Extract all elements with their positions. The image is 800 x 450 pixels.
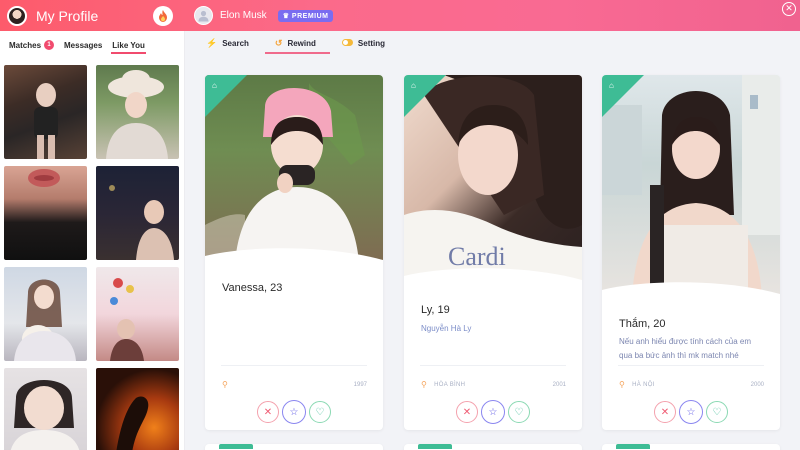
tab-rewind-label: Rewind [287, 38, 316, 48]
card-actions: ✕ ☆ ♡ [404, 400, 582, 424]
profile-thumbnail[interactable] [4, 65, 87, 159]
divider [221, 365, 367, 366]
card-name: Vanessa, 23 [222, 282, 283, 294]
card-actions: ✕ ☆ ♡ [205, 400, 383, 424]
profile-card-next-row[interactable] [602, 444, 780, 450]
sidebar-tabs: Matches 1 Messages Like You [0, 31, 184, 59]
superlike-button[interactable]: ☆ [481, 400, 505, 424]
location-pin-icon: ⚲ [222, 380, 229, 389]
profile-thumbnail[interactable] [4, 267, 87, 361]
profile-title[interactable]: My Profile [36, 8, 98, 24]
profile-card-next-row[interactable] [404, 444, 582, 450]
card-year: 1997 [353, 382, 367, 388]
user-name: Elon Musk [220, 10, 267, 21]
card-name: Thắm, 20 [619, 318, 666, 330]
profile-header: My Profile [0, 0, 183, 31]
star-icon: ☆ [289, 406, 299, 418]
profile-thumbnail[interactable] [96, 267, 179, 361]
card-location: ⚲ HÒA BÌNH [421, 380, 465, 389]
heart-icon: ♡ [315, 406, 325, 418]
tab-like-you[interactable]: Like You [111, 40, 146, 54]
profile-card[interactable]: Cardi ⌂ Ly, 19 Nguyễn Hà Ly ⚲ HÒA BÌNH 20… [404, 75, 582, 430]
premium-label: PREMIUM [291, 12, 329, 20]
card-location: ⚲ [222, 380, 235, 389]
tab-messages-label: Messages [64, 40, 103, 50]
close-icon[interactable]: ✕ [782, 2, 796, 16]
close-icon: ✕ [263, 406, 273, 418]
main-tabs: ⚡ Search ↺ Rewind Setting [185, 31, 411, 55]
toggle-icon [341, 38, 353, 48]
user-info[interactable]: Elon Musk ♛ PREMIUM [194, 6, 334, 25]
card-bio: Nếu anh hiểu được tính cách của em qua b… [619, 337, 752, 360]
like-button[interactable]: ♡ [706, 401, 728, 423]
premium-badge[interactable]: ♛ PREMIUM [277, 9, 334, 22]
top-bar: My Profile Elon Musk ♛ PREMIUM ✕ [0, 0, 800, 31]
card-name: Ly, 19 [421, 304, 450, 316]
profile-thumbnail[interactable] [96, 65, 179, 159]
card-subtitle: Nguyễn Hà Ly [421, 324, 472, 333]
card-actions: ✕ ☆ ♡ [602, 400, 780, 424]
home-outline-icon: ⌂ [212, 81, 217, 90]
tab-setting[interactable]: Setting [341, 38, 386, 48]
tab-setting-label: Setting [357, 38, 386, 48]
bolt-icon: ⚡ [206, 37, 218, 48]
superlike-button[interactable]: ☆ [679, 400, 703, 424]
dislike-button[interactable]: ✕ [257, 401, 279, 423]
card-location: ⚲ HÀ NỘI [619, 380, 655, 389]
card-year: 2001 [552, 382, 566, 388]
rewind-icon: ↺ [274, 37, 283, 48]
profile-thumbnail[interactable] [4, 368, 87, 450]
crown-icon: ♛ [282, 12, 290, 20]
dislike-button[interactable]: ✕ [456, 401, 478, 423]
home-outline-icon: ⌂ [609, 81, 614, 90]
tab-search[interactable]: ⚡ Search [206, 38, 249, 49]
profile-avatar[interactable] [7, 5, 27, 26]
location-pin-icon: ⚲ [619, 380, 626, 389]
dislike-button[interactable]: ✕ [654, 401, 676, 423]
tab-search-label: Search [222, 38, 249, 48]
location-text: HÀ NỘI [632, 381, 655, 388]
flame-icon[interactable] [153, 5, 173, 26]
tab-messages[interactable]: Messages [64, 41, 102, 50]
tab-matches-label: Matches [9, 40, 42, 50]
home-outline-icon: ⌂ [411, 81, 416, 90]
profile-card[interactable]: ⌂ Thắm, 20 Nếu anh hiểu được tính cách c… [602, 75, 780, 430]
profile-thumbnail[interactable] [96, 368, 179, 450]
tab-rewind[interactable]: ↺ Rewind [264, 37, 330, 54]
location-pin-icon: ⚲ [421, 380, 428, 389]
heart-icon: ♡ [712, 406, 722, 418]
green-corner-tag [418, 444, 452, 449]
divider [420, 365, 566, 366]
like-button[interactable]: ♡ [508, 401, 530, 423]
tab-like-you-label: Like You [112, 40, 145, 50]
heart-icon: ♡ [514, 406, 524, 418]
divider [618, 365, 764, 366]
card-year: 2000 [750, 382, 764, 388]
close-icon: ✕ [462, 406, 472, 418]
close-icon: ✕ [660, 406, 670, 418]
tab-matches[interactable]: Matches 1 [9, 40, 55, 50]
superlike-button[interactable]: ☆ [282, 400, 306, 424]
profile-card[interactable]: ⌂ Vanessa, 23 ⚲ 1997 ✕ ☆ ♡ [205, 75, 383, 430]
matches-count-badge: 1 [44, 40, 55, 50]
main-panel: ⚡ Search ↺ Rewind Setting ⌂ Vanessa, 23 … [185, 31, 800, 450]
profile-card-next-row[interactable] [205, 444, 383, 450]
green-corner-tag [219, 444, 253, 449]
profile-thumbnail[interactable] [96, 166, 179, 260]
location-text: HÒA BÌNH [434, 381, 466, 388]
like-button[interactable]: ♡ [309, 401, 331, 423]
star-icon: ☆ [488, 406, 498, 418]
user-avatar-icon [194, 6, 213, 25]
green-corner-tag [616, 444, 650, 449]
sidebar: Matches 1 Messages Like You [0, 31, 185, 450]
star-icon: ☆ [686, 406, 696, 418]
profile-thumbnail[interactable] [4, 166, 87, 260]
